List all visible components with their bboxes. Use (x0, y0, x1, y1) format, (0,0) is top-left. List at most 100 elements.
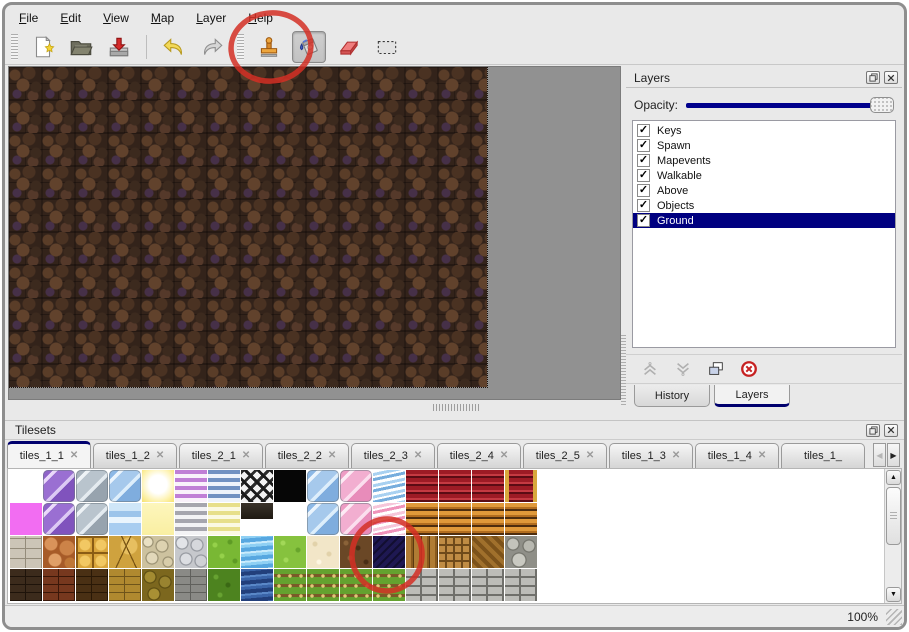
tile-glow-yellow[interactable] (142, 470, 174, 502)
tile-navy[interactable] (373, 536, 405, 568)
map-canvas[interactable] (9, 67, 487, 387)
scrollbar-thumb[interactable] (886, 487, 901, 545)
layer-row-ground[interactable]: Ground (633, 213, 895, 228)
tile-glass-blue[interactable] (307, 470, 339, 502)
tab-close-icon[interactable] (672, 451, 680, 461)
splitter-grip[interactable] (433, 404, 479, 411)
close-panel-icon[interactable] (884, 424, 898, 437)
rect-select-tool-button[interactable] (372, 32, 402, 62)
tile-herringbone[interactable] (472, 536, 504, 568)
duplicate-layer-button[interactable] (706, 359, 726, 379)
layer-visibility-checkbox[interactable] (637, 184, 650, 197)
opacity-slider-handle[interactable] (870, 97, 894, 113)
tileset-tab-tiles_1_4[interactable]: tiles_1_4 (695, 443, 779, 468)
tile-basket-weave[interactable] (439, 536, 471, 568)
tile-cobble-orange[interactable] (43, 536, 75, 568)
layer-row-objects[interactable]: Objects (633, 198, 895, 213)
close-panel-icon[interactable] (884, 71, 898, 84)
tile-water-reflect[interactable] (109, 503, 141, 535)
eraser-tool-button[interactable] (334, 32, 364, 62)
tile-glass-blue[interactable] (307, 503, 339, 535)
tile-glass-gray[interactable] (76, 470, 108, 502)
tile-tilled-grass[interactable] (340, 569, 372, 601)
toolbar-drag-handle[interactable] (237, 34, 244, 60)
new-file-button[interactable] (28, 32, 58, 62)
move-layer-down-button[interactable] (673, 359, 693, 379)
tab-close-icon[interactable] (758, 451, 766, 461)
open-file-button[interactable] (66, 32, 96, 62)
layer-visibility-checkbox[interactable] (637, 169, 650, 182)
move-layer-up-button[interactable] (640, 359, 660, 379)
tile-planks-vert[interactable] (406, 536, 438, 568)
tileset-tab-tiles_2_1[interactable]: tiles_2_1 (179, 443, 263, 468)
tile-brick-red[interactable] (43, 569, 75, 601)
tile-empty[interactable] (274, 503, 306, 535)
tile-brick-graywall[interactable] (472, 569, 504, 601)
scroll-up-icon[interactable]: ▲ (886, 470, 901, 485)
tileset-tab-tiles_2_2[interactable]: tiles_2_2 (265, 443, 349, 468)
layer-row-keys[interactable]: Keys (633, 123, 895, 138)
tile-curtain-red[interactable] (439, 470, 471, 502)
stamp-tool-button[interactable] (254, 32, 284, 62)
tile-glass-purple[interactable] (43, 470, 75, 502)
layer-row-walkable[interactable]: Walkable (633, 168, 895, 183)
layer-row-mapevents[interactable]: Mapevents (633, 153, 895, 168)
menu-map[interactable]: Map (151, 11, 174, 25)
tile-planks-orange[interactable] (472, 503, 504, 535)
toolbar-drag-handle[interactable] (11, 34, 18, 60)
tile-waves-pink[interactable] (373, 503, 405, 535)
tile-lattice[interactable] (241, 470, 273, 502)
tile-tilled-grass[interactable] (373, 569, 405, 601)
layer-visibility-checkbox[interactable] (637, 139, 650, 152)
tab-layers[interactable]: Layers (714, 385, 790, 407)
tile-magenta[interactable] (10, 503, 42, 535)
layer-visibility-checkbox[interactable] (637, 124, 650, 137)
tile-tilled-grass[interactable] (274, 569, 306, 601)
tile-stripes-gray[interactable] (175, 503, 207, 535)
tile-logs-gray[interactable] (505, 536, 537, 568)
float-panel-icon[interactable] (866, 71, 880, 84)
tile-brick-graywall[interactable] (505, 569, 537, 601)
scroll-down-icon[interactable]: ▼ (886, 587, 901, 602)
map-dock-splitter[interactable] (8, 402, 621, 412)
tile-stripes-blue[interactable] (208, 470, 240, 502)
layer-visibility-checkbox[interactable] (637, 214, 650, 227)
tile-grass-green[interactable] (208, 536, 240, 568)
tile-cobble-gray[interactable] (175, 536, 207, 568)
tab-close-icon[interactable] (414, 451, 422, 461)
resize-grip[interactable] (886, 609, 902, 625)
layer-row-spawn[interactable]: Spawn (633, 138, 895, 153)
tab-close-icon[interactable] (70, 451, 78, 461)
tile-grass-dark[interactable] (208, 569, 240, 601)
tile-glass-blue[interactable] (109, 470, 141, 502)
tab-close-icon[interactable] (500, 451, 508, 461)
tile-planks-orange[interactable] (505, 503, 537, 535)
tile-empty[interactable] (10, 470, 42, 502)
tileset-tab-tiles_2_5[interactable]: tiles_2_5 (523, 443, 607, 468)
tileset-tab-tiles_2_4[interactable]: tiles_2_4 (437, 443, 521, 468)
scroll-tabs-right-icon[interactable]: ▶ (887, 443, 900, 467)
tile-dirt-speckled[interactable] (340, 536, 372, 568)
undo-button[interactable] (159, 32, 189, 62)
tile-sign-dark[interactable] (241, 503, 273, 535)
tile-brick-gray[interactable] (175, 569, 207, 601)
tile-curtain-red[interactable] (472, 470, 504, 502)
tile-brick-graywall[interactable] (406, 569, 438, 601)
layer-visibility-checkbox[interactable] (637, 199, 650, 212)
tileset-tab-tiles_1_3[interactable]: tiles_1_3 (609, 443, 693, 468)
tile-stone-gray[interactable] (10, 536, 42, 568)
opacity-slider[interactable] (686, 97, 894, 113)
tile-grass-green2[interactable] (274, 536, 306, 568)
tile-glass-purple[interactable] (43, 503, 75, 535)
tab-close-icon[interactable] (586, 451, 594, 461)
palette-scrollbar[interactable]: ▲ ▼ (884, 469, 901, 603)
tileset-tab-tiles_1_1[interactable]: tiles_1_1 (7, 441, 91, 468)
tile-tiles-gold[interactable] (76, 536, 108, 568)
tile-water-dark[interactable] (241, 569, 273, 601)
map-viewport[interactable] (8, 66, 621, 400)
tile-stripes-purple[interactable] (175, 470, 207, 502)
tile-waves-blue[interactable] (373, 470, 405, 502)
float-panel-icon[interactable] (866, 424, 880, 437)
tile-rocks-gold[interactable] (142, 569, 174, 601)
save-file-button[interactable] (104, 32, 134, 62)
